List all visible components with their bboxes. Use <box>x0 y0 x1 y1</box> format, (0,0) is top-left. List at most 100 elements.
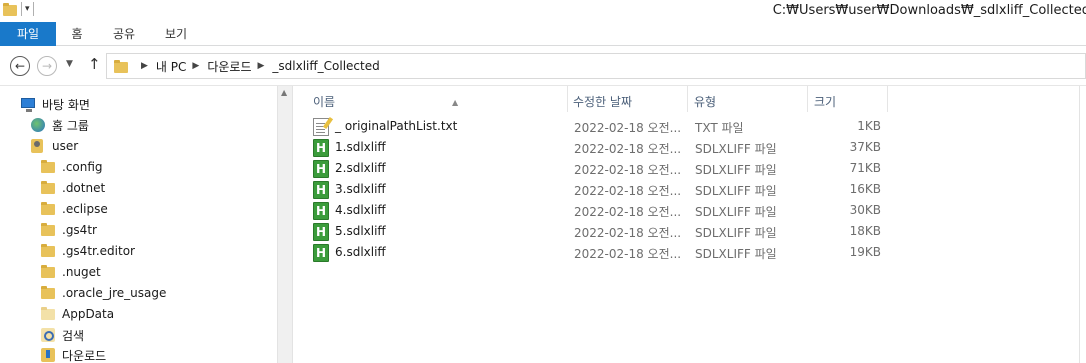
file-size: 1KB <box>857 119 881 133</box>
file-name: 6.sdlxliff <box>335 245 386 259</box>
folder-icon <box>40 180 56 196</box>
tree-item-downloads[interactable]: 다운로드 <box>40 345 106 363</box>
file-name: 5.sdlxliff <box>335 224 386 238</box>
tree-item-appdata[interactable]: AppData <box>40 304 114 324</box>
column-divider[interactable] <box>687 86 688 112</box>
tree-item-config[interactable]: .config <box>40 157 103 177</box>
file-list[interactable]: 이름 ▲ 수정한 날짜 유형 크기 _ originalPathList.txt… <box>293 86 1079 363</box>
forward-button[interactable]: → <box>37 56 57 76</box>
folder-icon <box>40 243 56 259</box>
file-modified: 2022-02-18 오전... <box>574 205 682 219</box>
downloads-folder-icon <box>40 347 56 363</box>
search-folder-icon <box>40 327 56 343</box>
navigation-pane-scrollbar[interactable]: ▲ <box>278 86 293 363</box>
file-name: _ originalPathList.txt <box>335 119 458 133</box>
column-header-size[interactable]: 크기 <box>814 90 884 114</box>
file-name: 3.sdlxliff <box>335 182 386 196</box>
arrow-right-icon: → <box>41 59 53 73</box>
file-row[interactable]: _ originalPathList.txt 2022-02-18 오전... … <box>311 117 1051 137</box>
folder-icon <box>40 201 56 217</box>
user-folder-icon <box>30 138 46 154</box>
tree-item-oracle-jre-usage[interactable]: .oracle_jre_usage <box>40 283 166 303</box>
file-size: 71KB <box>849 161 881 175</box>
navigation-pane[interactable]: 바탕 화면 홈 그룹 user .config .dotnet .eclipse… <box>0 86 278 363</box>
homegroup-icon <box>30 117 46 133</box>
recent-locations-dropdown-icon[interactable]: ▼ <box>66 59 73 69</box>
sdlxliff-file-icon: H <box>313 244 329 262</box>
column-header-modified[interactable]: 수정한 날짜 <box>573 90 683 114</box>
column-divider[interactable] <box>887 86 888 112</box>
tree-item-nuget[interactable]: .nuget <box>40 262 101 282</box>
tree-item-user[interactable]: user <box>30 136 78 156</box>
ribbon-tabs: 파일 홈 공유 보기 <box>0 22 1086 46</box>
tree-item-label: AppData <box>62 307 115 321</box>
sort-ascending-icon: ▲ <box>452 98 459 107</box>
scroll-up-arrow-icon[interactable]: ▲ <box>281 88 287 97</box>
tree-item-label: 다운로드 <box>62 348 107 363</box>
file-row[interactable]: H 5.sdlxliff 2022-02-18 오전... SDLXLIFF 파… <box>311 222 1051 242</box>
file-modified: 2022-02-18 오전... <box>574 163 682 177</box>
column-header-name[interactable]: 이름 ▲ <box>313 90 567 114</box>
tree-item-gs4tr[interactable]: .gs4tr <box>40 220 97 240</box>
tree-item-gs4tr-editor[interactable]: .gs4tr.editor <box>40 241 135 261</box>
folder-icon <box>40 222 56 238</box>
tree-item-label: .config <box>62 160 103 174</box>
file-size: 19KB <box>849 245 881 259</box>
breadcrumb-current-folder[interactable]: _sdlxliff_Collected <box>272 59 379 73</box>
text-file-icon <box>313 118 329 136</box>
tree-item-desktop[interactable]: 바탕 화면 <box>20 94 90 114</box>
tree-item-eclipse[interactable]: .eclipse <box>40 199 108 219</box>
tree-item-label: .dotnet <box>62 181 106 195</box>
back-button[interactable]: ← <box>10 56 30 76</box>
file-size: 18KB <box>849 224 881 238</box>
breadcrumb-this-pc[interactable]: 내 PC <box>156 58 186 75</box>
arrow-left-icon: ← <box>14 59 26 73</box>
window-edge <box>1079 86 1086 363</box>
file-type: TXT 파일 <box>695 121 744 135</box>
sdlxliff-file-icon: H <box>313 160 329 178</box>
folder-icon[interactable] <box>2 2 18 16</box>
chevron-right-icon[interactable]: ▶ <box>141 61 148 71</box>
file-type: SDLXLIFF 파일 <box>695 226 777 240</box>
file-size: 16KB <box>849 182 881 196</box>
column-divider[interactable] <box>807 86 808 112</box>
tree-item-label: .nuget <box>62 265 101 279</box>
tree-item-dotnet[interactable]: .dotnet <box>40 178 105 198</box>
file-row[interactable]: H 2.sdlxliff 2022-02-18 오전... SDLXLIFF 파… <box>311 159 1051 179</box>
sdlxliff-file-icon: H <box>313 139 329 157</box>
tab-home[interactable]: 홈 <box>62 22 92 46</box>
chevron-right-icon[interactable]: ▶ <box>192 61 199 71</box>
tab-view[interactable]: 보기 <box>156 22 196 46</box>
toolbar-separator <box>32 2 34 16</box>
tab-file[interactable]: 파일 <box>0 22 56 46</box>
file-row[interactable]: H 3.sdlxliff 2022-02-18 오전... SDLXLIFF 파… <box>311 180 1051 200</box>
up-button[interactable]: ↑ <box>88 55 101 73</box>
arrow-up-icon: ↑ <box>88 55 101 73</box>
folder-icon <box>40 264 56 280</box>
chevron-right-icon[interactable]: ▶ <box>258 61 265 71</box>
customize-toolbar-dropdown-icon[interactable]: ▾ <box>25 2 30 16</box>
column-header-type[interactable]: 유형 <box>694 90 804 114</box>
folder-icon <box>40 285 56 301</box>
file-row[interactable]: H 4.sdlxliff 2022-02-18 오전... SDLXLIFF 파… <box>311 201 1051 221</box>
tree-item-homegroup[interactable]: 홈 그룹 <box>30 115 89 135</box>
file-type: SDLXLIFF 파일 <box>695 247 777 261</box>
file-row[interactable]: H 1.sdlxliff 2022-02-18 오전... SDLXLIFF 파… <box>311 138 1051 158</box>
file-name: 4.sdlxliff <box>335 203 386 217</box>
toolbar-separator <box>21 2 22 16</box>
folder-icon <box>113 59 129 73</box>
tree-item-label: .gs4tr <box>62 223 97 237</box>
sdlxliff-file-icon: H <box>313 223 329 241</box>
tree-item-label: .eclipse <box>62 202 108 216</box>
tree-item-search[interactable]: 검색 <box>40 325 84 345</box>
address-bar[interactable]: ▶ 내 PC ▶ 다운로드 ▶ _sdlxliff_Collected <box>106 53 1086 79</box>
file-size: 37KB <box>849 140 881 154</box>
tree-item-label: 홈 그룹 <box>52 118 89 133</box>
column-divider[interactable] <box>567 86 568 112</box>
file-modified: 2022-02-18 오전... <box>574 247 682 261</box>
desktop-icon <box>20 96 36 112</box>
breadcrumb-downloads[interactable]: 다운로드 <box>207 58 251 75</box>
tab-share[interactable]: 공유 <box>104 22 144 46</box>
file-row[interactable]: H 6.sdlxliff 2022-02-18 오전... SDLXLIFF 파… <box>311 243 1051 263</box>
file-type: SDLXLIFF 파일 <box>695 163 777 177</box>
